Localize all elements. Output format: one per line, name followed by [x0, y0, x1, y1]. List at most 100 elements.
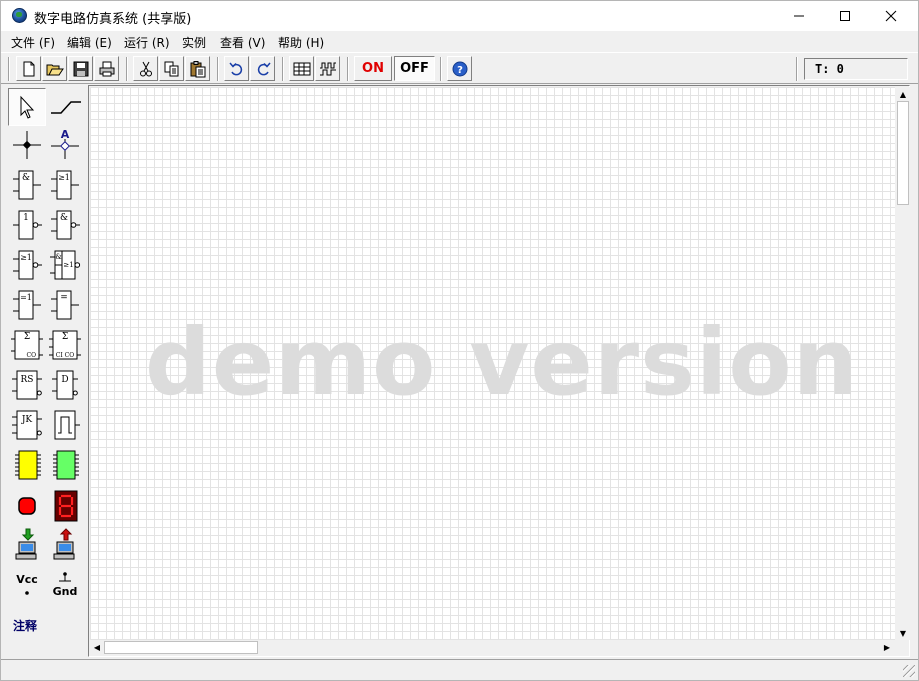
nor-gate-icon: ≥1: [13, 250, 42, 280]
toolbar-separator: [796, 57, 798, 81]
paste-button[interactable]: [185, 56, 210, 81]
and-gate-tool[interactable]: &: [8, 166, 46, 204]
undo-icon: [228, 62, 242, 75]
xnor-gate-label: =: [60, 293, 68, 303]
seven-segment-tool[interactable]: [46, 486, 84, 524]
scissors-icon: [139, 61, 152, 76]
vcc-tool[interactable]: Vcc: [8, 568, 46, 606]
floppy-disk-icon: [73, 61, 88, 76]
open-folder-icon: [46, 64, 64, 75]
menu-examples[interactable]: 实例: [182, 34, 206, 51]
led-tool[interactable]: [8, 486, 46, 524]
undo-button[interactable]: [224, 56, 249, 81]
demo-watermark: demo version: [145, 309, 860, 416]
title-bar: 数字电路仿真系统 (共享版): [1, 1, 918, 31]
ic-chip-green-tool[interactable]: [46, 446, 84, 484]
maximize-button[interactable]: [822, 1, 868, 31]
and-gate-icon: &: [13, 170, 41, 200]
ic-chip-yellow-tool[interactable]: [8, 446, 46, 484]
scroll-left-arrow-icon[interactable]: ◀: [90, 640, 104, 654]
and-or-invert-icon: &≥1: [50, 250, 81, 280]
table-grid-icon: [293, 62, 310, 75]
svg-text:≥1: ≥1: [63, 261, 73, 269]
minimize-button[interactable]: [776, 1, 822, 31]
full-adder-label: Σ: [62, 332, 68, 342]
vertical-scroll-thumb[interactable]: [897, 101, 909, 205]
window-title: 数字电路仿真系统 (共享版): [34, 12, 192, 27]
half-adder-carry-label: CO: [26, 352, 36, 359]
open-file-button[interactable]: [42, 56, 67, 81]
menu-run[interactable]: 运行 (R): [124, 34, 170, 51]
d-flipflop-tool[interactable]: D: [46, 366, 84, 404]
redo-button[interactable]: [250, 56, 275, 81]
ground-icon: Gnd: [53, 572, 77, 598]
xor-gate-icon: =1: [13, 290, 41, 320]
input-terminal-tool[interactable]: [8, 526, 46, 564]
toolbar-separator: [440, 57, 442, 81]
wire-tool[interactable]: [46, 88, 84, 126]
horizontal-scrollbar[interactable]: ◀ ▶: [90, 640, 896, 655]
pulse-source-tool[interactable]: [46, 406, 84, 444]
text-label-tool[interactable]: A: [46, 126, 84, 164]
half-adder-tool[interactable]: Σ CO: [8, 326, 46, 364]
xor-gate-tool[interactable]: =1: [8, 286, 46, 324]
not-gate-tool[interactable]: 1: [8, 206, 46, 244]
scroll-right-arrow-icon[interactable]: ▶: [880, 640, 894, 654]
wire-line-icon: [51, 101, 81, 114]
jk-flipflop-tool[interactable]: JK: [8, 406, 46, 444]
nand-gate-icon: &: [51, 210, 80, 240]
toolbar-separator: [126, 57, 128, 81]
close-button[interactable]: [868, 1, 914, 31]
circuit-canvas-frame: demo version ▲ ▼ ◀ ▶: [88, 85, 910, 657]
jk-flipflop-icon: JK: [12, 410, 42, 440]
app-window: 数字电路仿真系统 (共享版) 文件 (F) 编辑 (E) 运行 (R) 实例 查…: [0, 0, 919, 681]
nand-gate-tool[interactable]: &: [46, 206, 84, 244]
junction-node-tool[interactable]: [8, 126, 46, 164]
menu-help[interactable]: 帮助 (H): [278, 34, 324, 51]
and-or-invert-gate-tool[interactable]: & ≥1: [46, 246, 84, 284]
resize-grip-icon[interactable]: [903, 665, 915, 677]
horizontal-scroll-thumb[interactable]: [104, 641, 258, 654]
nand-gate-label: &: [60, 213, 68, 223]
d-flipflop-label: D: [61, 375, 68, 385]
component-palette: A & ≥1 1 & ≥1 & ≥1 =1 = Σ CO Σ CI CO RS …: [6, 86, 87, 656]
copy-button[interactable]: [159, 56, 184, 81]
text-probe-icon: A: [51, 128, 79, 159]
globe-app-icon[interactable]: [12, 8, 27, 23]
save-button[interactable]: [68, 56, 93, 81]
cut-button[interactable]: [133, 56, 158, 81]
or-gate-tool[interactable]: ≥1: [46, 166, 84, 204]
nor-gate-label: ≥1: [20, 253, 32, 262]
simulation-off-button[interactable]: OFF: [394, 56, 435, 81]
or-gate-icon: ≥1: [51, 170, 79, 200]
copy-icon: [164, 61, 178, 76]
scroll-down-arrow-icon[interactable]: ▼: [896, 626, 910, 640]
circuit-canvas[interactable]: demo version: [90, 87, 895, 640]
scroll-up-arrow-icon[interactable]: ▲: [896, 87, 910, 101]
menu-file[interactable]: 文件 (F): [11, 34, 55, 51]
help-button[interactable]: ?: [447, 56, 472, 81]
computer-input-icon: [15, 528, 37, 560]
select-pointer-tool[interactable]: [8, 88, 46, 126]
simulation-on-button[interactable]: ON: [354, 56, 392, 81]
status-bar: [1, 659, 918, 680]
nor-gate-tool[interactable]: ≥1: [8, 246, 46, 284]
half-adder-label: Σ: [24, 332, 30, 342]
menu-view[interactable]: 查看 (V): [220, 34, 265, 51]
new-file-button[interactable]: [16, 56, 41, 81]
annotation-tool[interactable]: 注释: [13, 617, 37, 634]
rs-flipflop-tool[interactable]: RS: [8, 366, 46, 404]
xnor-gate-tool[interactable]: =: [46, 286, 84, 324]
print-button[interactable]: [94, 56, 119, 81]
or-gate-label: ≥1: [58, 173, 70, 182]
truth-table-button[interactable]: [289, 56, 314, 81]
not-gate-label: 1: [23, 213, 29, 223]
waveform-button[interactable]: [315, 56, 340, 81]
menu-edit[interactable]: 编辑 (E): [67, 34, 112, 51]
junction-dot-icon: [13, 131, 41, 159]
full-adder-io-label: CI CO: [56, 352, 74, 359]
vertical-scrollbar[interactable]: ▲ ▼: [896, 87, 910, 640]
output-terminal-tool[interactable]: [46, 526, 84, 564]
full-adder-tool[interactable]: Σ CI CO: [46, 326, 84, 364]
gnd-tool[interactable]: Gnd: [46, 568, 84, 606]
